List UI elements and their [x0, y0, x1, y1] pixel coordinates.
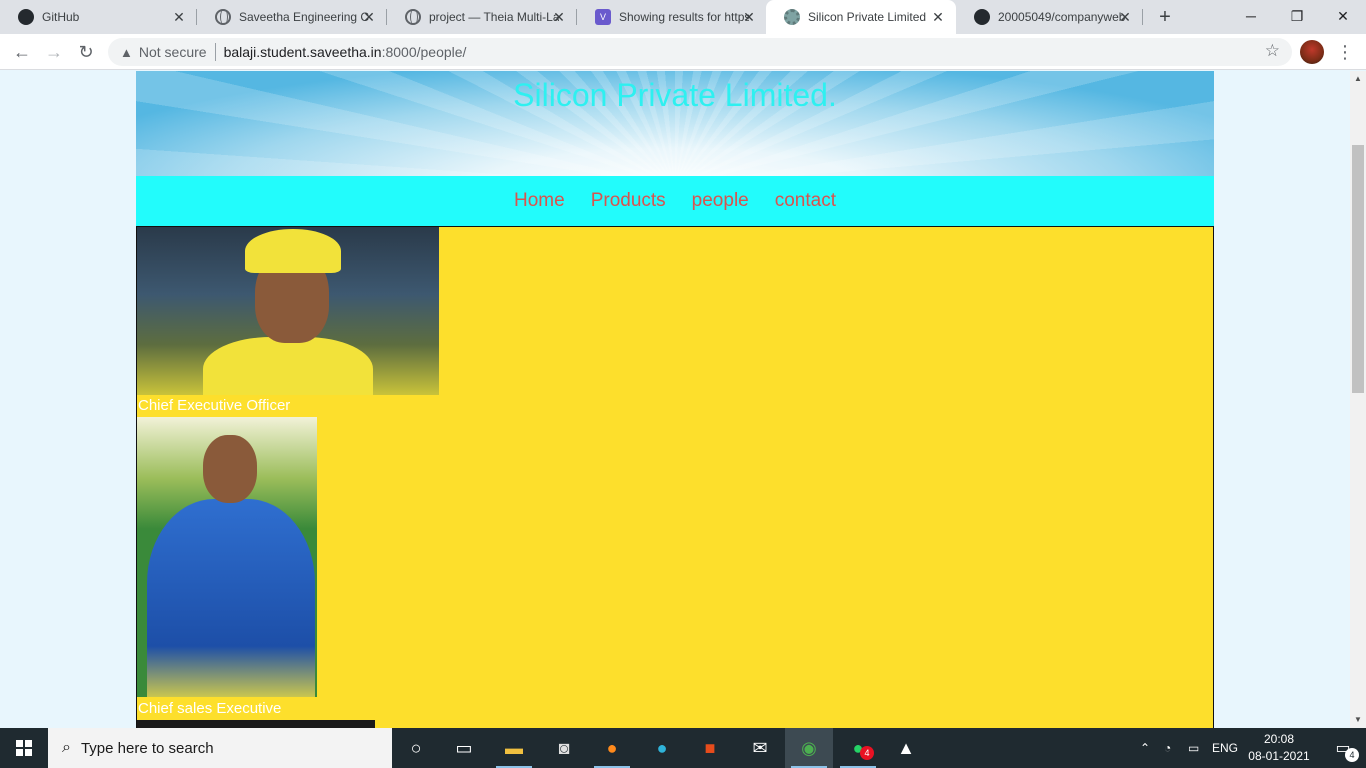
tab-github[interactable]: GitHub ✕ — [0, 0, 197, 34]
search-placeholder: Type here to search — [80, 739, 214, 757]
tab-companyweb[interactable]: 20005049/companyweb ✕ — [956, 0, 1143, 34]
close-icon[interactable]: ✕ — [741, 9, 757, 25]
maximize-button[interactable]: ❐ — [1274, 0, 1320, 32]
network-icon[interactable]: ◔ — [1164, 728, 1171, 768]
github-icon — [18, 9, 34, 25]
close-window-button[interactable]: ✕ — [1320, 0, 1366, 32]
address-bar[interactable]: ▲ Not secure balaji.student.saveetha.in … — [108, 38, 1292, 66]
not-secure-label[interactable]: Not secure — [139, 44, 207, 60]
tab-strip: GitHub ✕ Saveetha Engineering College ✕ … — [0, 0, 1366, 34]
close-icon[interactable]: ✕ — [930, 9, 946, 25]
site-navbar: Home Products people contact — [136, 176, 1214, 226]
firefox-icon[interactable]: ● — [588, 728, 636, 768]
close-icon[interactable]: ✕ — [171, 9, 187, 25]
scroll-down-arrow-icon[interactable]: ▼ — [1350, 712, 1366, 728]
file-explorer-icon[interactable]: ▬ — [490, 728, 538, 768]
nav-home-link[interactable]: Home — [514, 190, 565, 212]
minimize-button[interactable]: ─ — [1228, 0, 1274, 32]
edge-icon[interactable]: ● — [638, 728, 686, 768]
sales-executive-caption: Chief sales Executive — [138, 700, 282, 717]
taskbar-clock[interactable]: 20:08 08-01-2021 — [1243, 731, 1315, 765]
tab-saveetha[interactable]: Saveetha Engineering College ✕ — [197, 0, 387, 34]
reload-button[interactable]: ↻ — [74, 40, 98, 64]
battery-icon[interactable]: ▭ — [1188, 728, 1199, 768]
photos-icon[interactable]: ▲ — [882, 728, 930, 768]
mail-icon[interactable]: ✉ — [736, 728, 784, 768]
start-button[interactable] — [0, 728, 48, 768]
chrome-icon[interactable]: ◉ — [785, 728, 833, 768]
notification-center-icon[interactable]: ▭ 4 — [1320, 728, 1366, 768]
nav-products-link[interactable]: Products — [591, 190, 666, 212]
close-icon[interactable]: ✕ — [551, 9, 567, 25]
divider — [214, 43, 216, 61]
page-viewport: Silicon Private Limited. Home Products p… — [0, 71, 1350, 728]
scroll-up-arrow-icon[interactable]: ▲ — [1350, 71, 1366, 87]
new-tab-button[interactable]: + — [1154, 6, 1176, 29]
header-banner: Silicon Private Limited. — [136, 71, 1214, 176]
sales-executive-photo — [137, 417, 317, 697]
task-view-icon[interactable]: ▭ — [440, 728, 488, 768]
forward-button[interactable]: → — [42, 40, 66, 64]
site-title: Silicon Private Limited. — [513, 77, 837, 113]
tab-theia[interactable]: project — Theia Multi-Language ✕ — [387, 0, 577, 34]
people-content: Chief Executive Officer Chief sales Exec… — [136, 226, 1214, 728]
cortana-icon[interactable]: ○ — [392, 728, 440, 768]
clock-date: 08-01-2021 — [1248, 749, 1310, 763]
store-icon[interactable]: ◙ — [540, 728, 588, 768]
browser-toolbar: ← → ↻ ▲ Not secure balaji.student.saveet… — [0, 34, 1366, 70]
globe-icon — [215, 9, 231, 25]
ceo-caption: Chief Executive Officer — [138, 397, 291, 414]
taskbar-search[interactable]: ⌕ Type here to search — [48, 728, 392, 768]
tab-title: GitHub — [42, 10, 80, 24]
tab-silicon[interactable]: Silicon Private Limited ✕ — [766, 0, 956, 34]
url-host[interactable]: balaji.student.saveetha.in — [224, 44, 382, 60]
photo-figure — [203, 337, 373, 395]
virus-icon — [784, 9, 800, 25]
globe-icon — [405, 9, 421, 25]
photo-figure — [245, 229, 341, 273]
tab-title: Silicon Private Limited — [808, 10, 927, 24]
tab-title: Saveetha Engineering College — [239, 10, 369, 24]
third-person-photo — [137, 720, 375, 728]
nav-contact-link[interactable]: contact — [775, 190, 836, 212]
back-button[interactable]: ← — [10, 40, 34, 64]
close-icon[interactable]: ✕ — [361, 9, 377, 25]
browser-menu-icon[interactable]: ⋮ — [1336, 41, 1354, 63]
notification-count: 4 — [1345, 748, 1359, 762]
taskbar: ⌕ Type here to search ○ ▭ ▬ ◙ ● ● ■ ✉ ◉ … — [0, 728, 1366, 768]
tab-title: Showing results for https — [619, 10, 749, 24]
url-path[interactable]: :8000/people/ — [382, 44, 467, 60]
language-indicator[interactable]: ENG — [1212, 728, 1238, 768]
scrollbar-thumb[interactable] — [1352, 145, 1364, 393]
ceo-photo — [137, 227, 439, 395]
page-scrollbar[interactable]: ▲ ▼ — [1350, 71, 1366, 728]
bookmark-star-icon[interactable]: ☆ — [1265, 41, 1280, 61]
whatsapp-badge: 4 — [860, 746, 874, 760]
nav-people-link[interactable]: people — [692, 190, 749, 212]
photo-figure — [147, 499, 315, 697]
windows-logo-icon — [16, 740, 32, 756]
tab-title: 20005049/companyweb — [998, 10, 1126, 24]
whatsapp-icon[interactable]: ● 4 — [834, 728, 882, 768]
tab-separator — [1142, 9, 1143, 25]
tab-title: project — Theia Multi-Language — [429, 10, 559, 24]
office-icon[interactable]: ■ — [686, 728, 734, 768]
show-hidden-icons-icon[interactable]: ⌃ — [1140, 728, 1150, 768]
site-wrapper: Silicon Private Limited. Home Products p… — [136, 71, 1214, 728]
theia-icon: V — [595, 9, 611, 25]
warning-icon[interactable]: ▲ — [120, 45, 133, 60]
search-icon: ⌕ — [62, 739, 71, 756]
tab-results[interactable]: V Showing results for https ✕ — [577, 0, 767, 34]
clock-time: 20:08 — [1263, 732, 1295, 746]
github-icon — [974, 9, 990, 25]
profile-avatar[interactable] — [1300, 40, 1324, 64]
photo-figure — [203, 435, 257, 503]
close-icon[interactable]: ✕ — [1117, 9, 1133, 25]
